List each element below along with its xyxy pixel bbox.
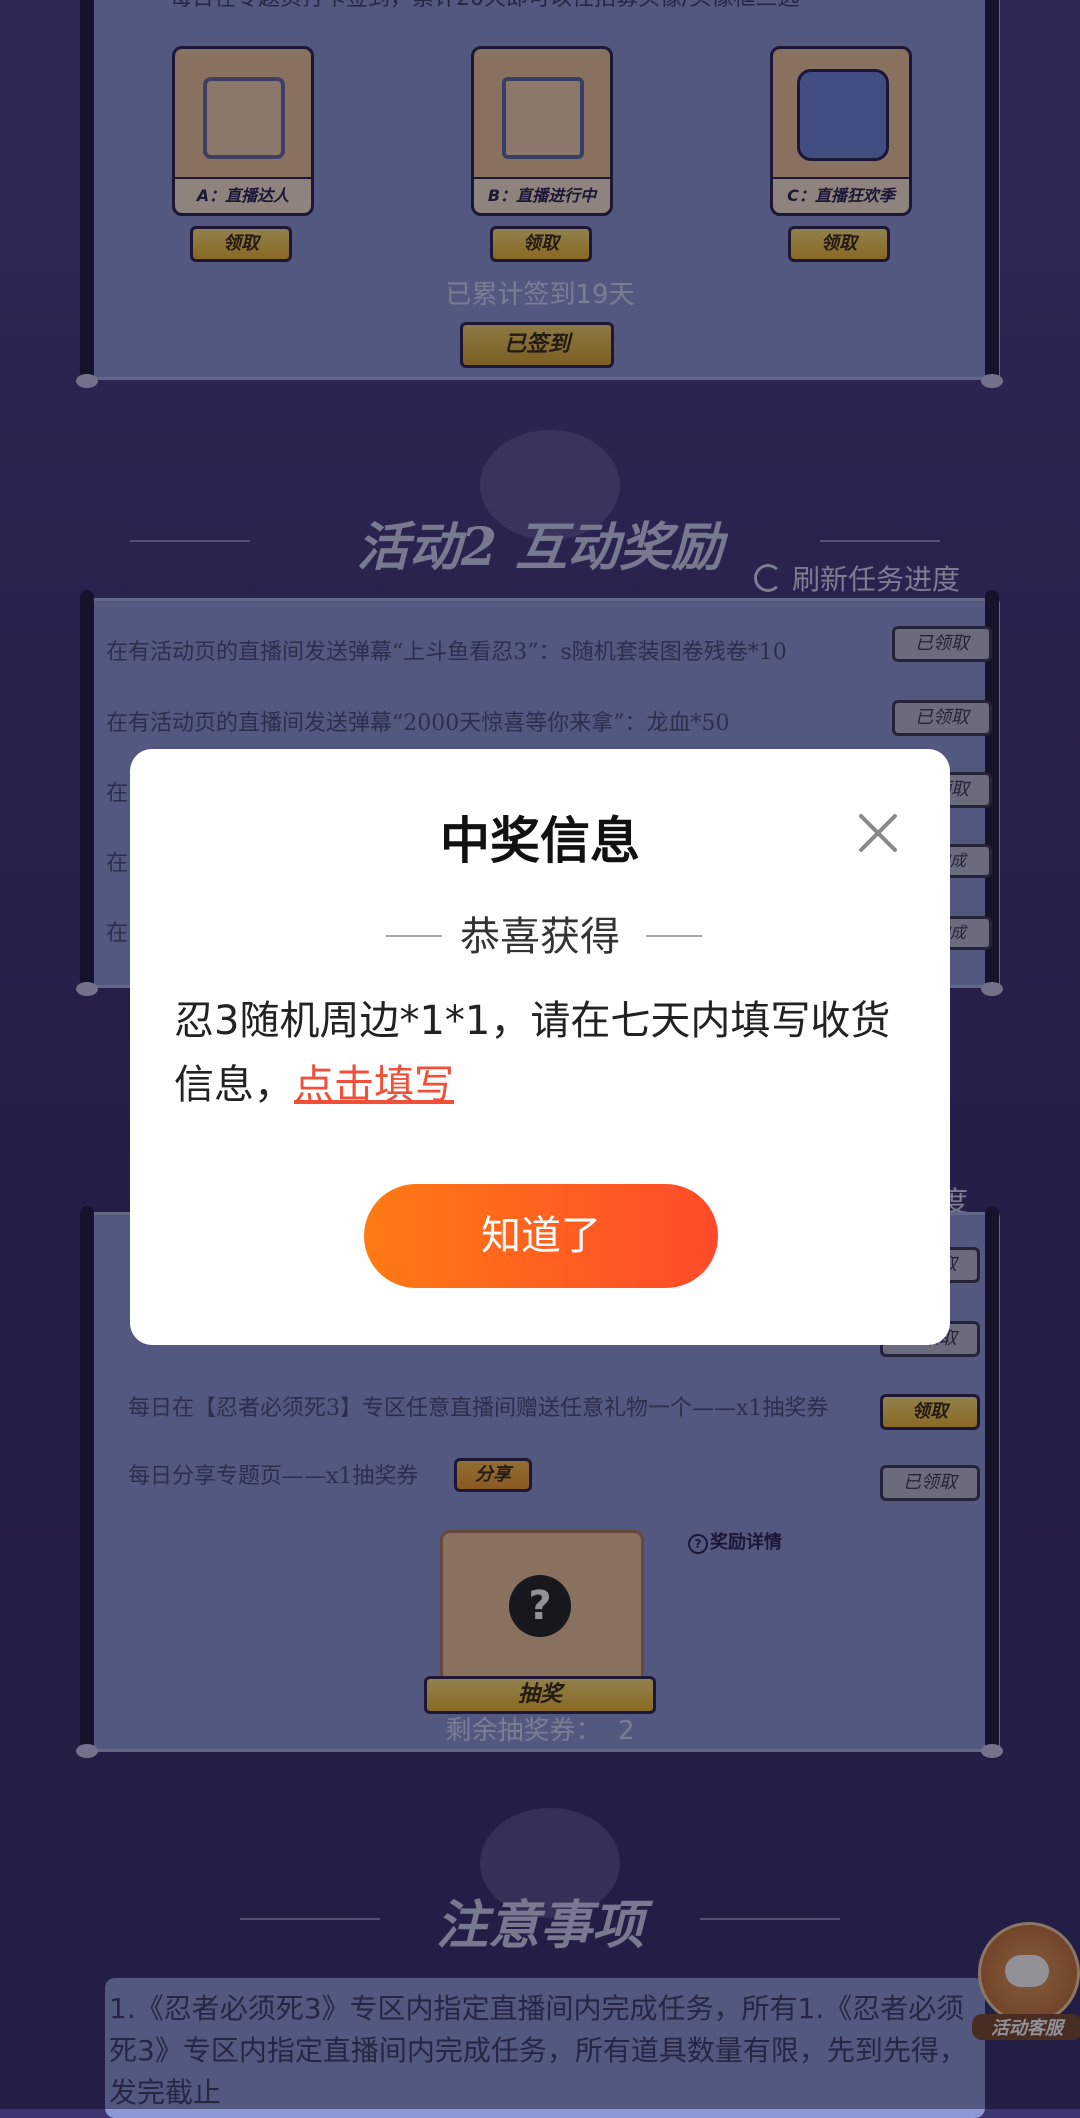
subtitle-line-right [646,935,702,937]
prize-modal: 中奖信息 恭喜获得 忍3随机周边*1*1，请在七天内填写收货信息，点击填写 知道… [130,749,950,1345]
modal-subtitle: 恭喜获得 [460,914,620,960]
close-icon[interactable] [856,811,900,855]
prize-message-text: 忍3随机周边*1*1，请在七天内填写收货信息， [174,998,891,1108]
modal-title: 中奖信息 [440,812,640,870]
fill-info-link[interactable]: 点击填写 [294,1062,454,1108]
prize-message: 忍3随机周边*1*1，请在七天内填写收货信息，点击填写 [174,989,914,1117]
confirm-button[interactable]: 知道了 [364,1184,718,1288]
